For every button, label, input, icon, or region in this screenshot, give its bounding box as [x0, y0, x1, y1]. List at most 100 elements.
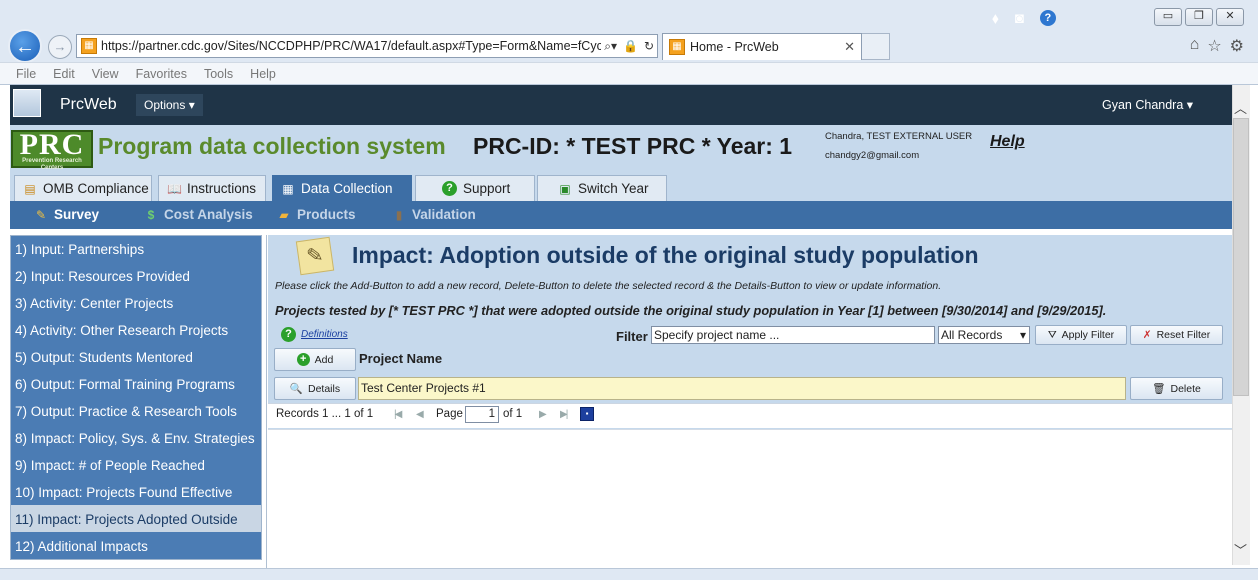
- tab-support[interactable]: ? Support: [415, 175, 535, 201]
- favorites-star-icon[interactable]: ☆: [1207, 36, 1221, 56]
- description-text: Projects tested by [* TEST PRC *] that w…: [275, 303, 1107, 318]
- help-link[interactable]: Help: [990, 133, 1025, 151]
- page-title: Impact: Adoption outside of the original…: [352, 242, 979, 268]
- subnav-products[interactable]: ▰ Products: [277, 207, 355, 222]
- menu-tools[interactable]: Tools: [204, 67, 233, 81]
- browser-tab[interactable]: ▦ Home - PrcWeb ✕: [662, 33, 862, 60]
- prev-page-icon[interactable]: ◀: [416, 409, 424, 420]
- forward-button[interactable]: →: [48, 35, 72, 59]
- apply-filter-button[interactable]: ⛛ Apply Filter: [1035, 325, 1127, 345]
- tab-label: Support: [463, 180, 511, 196]
- reset-funnel-icon: ✗: [1142, 329, 1152, 341]
- lock-icon[interactable]: 🔒: [620, 39, 641, 53]
- instructions-text: Please click the Add-Button to add a new…: [275, 280, 942, 292]
- pager-bar: [268, 403, 1232, 428]
- prc-id: PRC-ID: * TEST PRC * Year: 1: [473, 133, 793, 159]
- left-nav-item[interactable]: 9) Impact: # of People Reached: [15, 452, 205, 479]
- table-row[interactable]: Test Center Projects #1: [358, 377, 1126, 400]
- first-page-icon[interactable]: |◀: [394, 409, 402, 420]
- subnav-label: Validation: [412, 207, 476, 222]
- new-tab-button[interactable]: [862, 33, 890, 60]
- left-nav-item[interactable]: 4) Activity: Other Research Projects: [15, 317, 228, 344]
- subnav-cost-analysis[interactable]: $ Cost Analysis: [144, 207, 253, 222]
- plus-icon: +: [296, 353, 310, 366]
- book-icon: ▮: [395, 207, 403, 222]
- settings-gear-icon[interactable]: ⚙: [1230, 36, 1244, 56]
- button-label: Add: [314, 353, 334, 366]
- refresh-icon[interactable]: ↻: [641, 39, 657, 53]
- menu-help[interactable]: Help: [250, 67, 276, 81]
- address-bar[interactable]: ▦ https://partner.cdc.gov/Sites/NCCDPHP/…: [76, 34, 658, 58]
- reset-filter-button[interactable]: ✗ Reset Filter: [1130, 325, 1223, 345]
- records-select-value: All Records: [941, 328, 1003, 342]
- delete-button[interactable]: 🗑 Delete: [1130, 377, 1223, 400]
- left-nav-item[interactable]: 10) Impact: Projects Found Effective: [15, 479, 232, 506]
- funnel-icon: ⛛: [1047, 328, 1057, 341]
- tab-switch-year[interactable]: ▣ Switch Year: [537, 175, 667, 201]
- table-icon: ▦: [282, 181, 294, 196]
- divider: [266, 235, 267, 570]
- chat-icon[interactable]: ◙: [1015, 10, 1024, 27]
- app-name[interactable]: PrcWeb: [60, 96, 117, 114]
- sub-navigation: ✎ Survey $ Cost Analysis ▰ Products ▮ Valida…: [10, 201, 1232, 229]
- filter-label: Filter: [616, 329, 648, 344]
- system-title: Program data collection system: [98, 133, 446, 159]
- subnav-validation[interactable]: ▮ Validation: [392, 207, 476, 222]
- details-button[interactable]: 🔍 Details: [274, 377, 356, 400]
- browser-tools: ⌂ ☆ ⚙: [1190, 36, 1244, 56]
- tab-data-collection[interactable]: ▦ Data Collection: [272, 175, 412, 201]
- pencil-icon: ✎: [35, 207, 47, 222]
- definitions-link[interactable]: Definitions: [301, 329, 348, 340]
- tab-label: OMB Compliance: [43, 180, 149, 196]
- tab-label: Instructions: [187, 180, 257, 196]
- trash-icon: 🗑: [1152, 383, 1166, 395]
- menu-favorites[interactable]: Favorites: [136, 67, 187, 81]
- close-window-button[interactable]: ✕: [1216, 8, 1244, 26]
- left-nav-item[interactable]: 1) Input: Partnerships: [15, 236, 144, 263]
- left-nav-item[interactable]: 6) Output: Formal Training Programs: [15, 371, 235, 398]
- left-nav-item[interactable]: 12) Additional Impacts: [15, 533, 148, 560]
- book-icon: 📖: [167, 181, 182, 196]
- left-nav-item[interactable]: 8) Impact: Policy, Sys. & Env. Strategie…: [15, 425, 255, 452]
- records-count: Records 1 ... 1 of 1: [276, 408, 374, 420]
- help-circle-icon[interactable]: ?: [1039, 10, 1056, 26]
- menu-file[interactable]: File: [16, 67, 36, 81]
- home-icon[interactable]: ⌂: [1190, 36, 1200, 56]
- prc-logo: PRC Prevention Research Centers: [11, 128, 93, 171]
- user-menu[interactable]: Gyan Chandra ▾: [1102, 97, 1193, 112]
- minimize-button[interactable]: ▭: [1154, 8, 1182, 26]
- left-nav-item-selected[interactable]: 11) Impact: Projects Adopted Outside: [15, 506, 238, 533]
- prc-logo-text: PRC: [19, 128, 85, 161]
- search-icon[interactable]: ⌕▾: [601, 39, 620, 54]
- column-header-project-name[interactable]: Project Name: [359, 351, 442, 366]
- records-select[interactable]: All Records ▾: [938, 326, 1030, 344]
- scrollbar-thumb[interactable]: [1233, 118, 1249, 396]
- left-nav-item[interactable]: 2) Input: Resources Provided: [15, 263, 190, 290]
- save-disk-icon[interactable]: ▪: [580, 407, 594, 421]
- app-logo-icon[interactable]: [13, 89, 41, 117]
- add-button[interactable]: + Add: [274, 348, 356, 371]
- next-page-icon[interactable]: ▶: [539, 409, 547, 420]
- filter-input[interactable]: Specify project name ...: [651, 326, 935, 344]
- menu-view[interactable]: View: [92, 67, 119, 81]
- address-url[interactable]: https://partner.cdc.gov/Sites/NCCDPHP/PR…: [101, 39, 601, 53]
- definitions-link-group[interactable]: ? Definitions: [281, 327, 348, 342]
- left-nav-item[interactable]: 7) Output: Practice & Research Tools: [15, 398, 237, 425]
- tag-icon[interactable]: ⬧: [992, 10, 999, 27]
- scroll-up-icon[interactable]: ︿: [1234, 98, 1247, 117]
- close-tab-icon[interactable]: ✕: [844, 39, 861, 55]
- subnav-survey[interactable]: ✎ Survey: [34, 207, 99, 222]
- scroll-down-icon[interactable]: ﹀: [1234, 540, 1247, 559]
- options-menu-button[interactable]: Options ▾: [136, 94, 203, 116]
- back-button[interactable]: ←: [8, 29, 42, 63]
- page-number-input[interactable]: 1: [465, 406, 499, 423]
- tab-instructions[interactable]: 📖 Instructions: [158, 175, 266, 201]
- restore-button[interactable]: ❐: [1185, 8, 1213, 26]
- page-total: of 1: [503, 408, 523, 420]
- left-nav-item[interactable]: 3) Activity: Center Projects: [15, 290, 173, 317]
- button-label: Details: [307, 382, 341, 395]
- last-page-icon[interactable]: ▶|: [560, 409, 568, 420]
- tab-omb-compliance[interactable]: ▤ OMB Compliance: [14, 175, 152, 201]
- left-nav-item[interactable]: 5) Output: Students Mentored: [15, 344, 193, 371]
- menu-edit[interactable]: Edit: [53, 67, 75, 81]
